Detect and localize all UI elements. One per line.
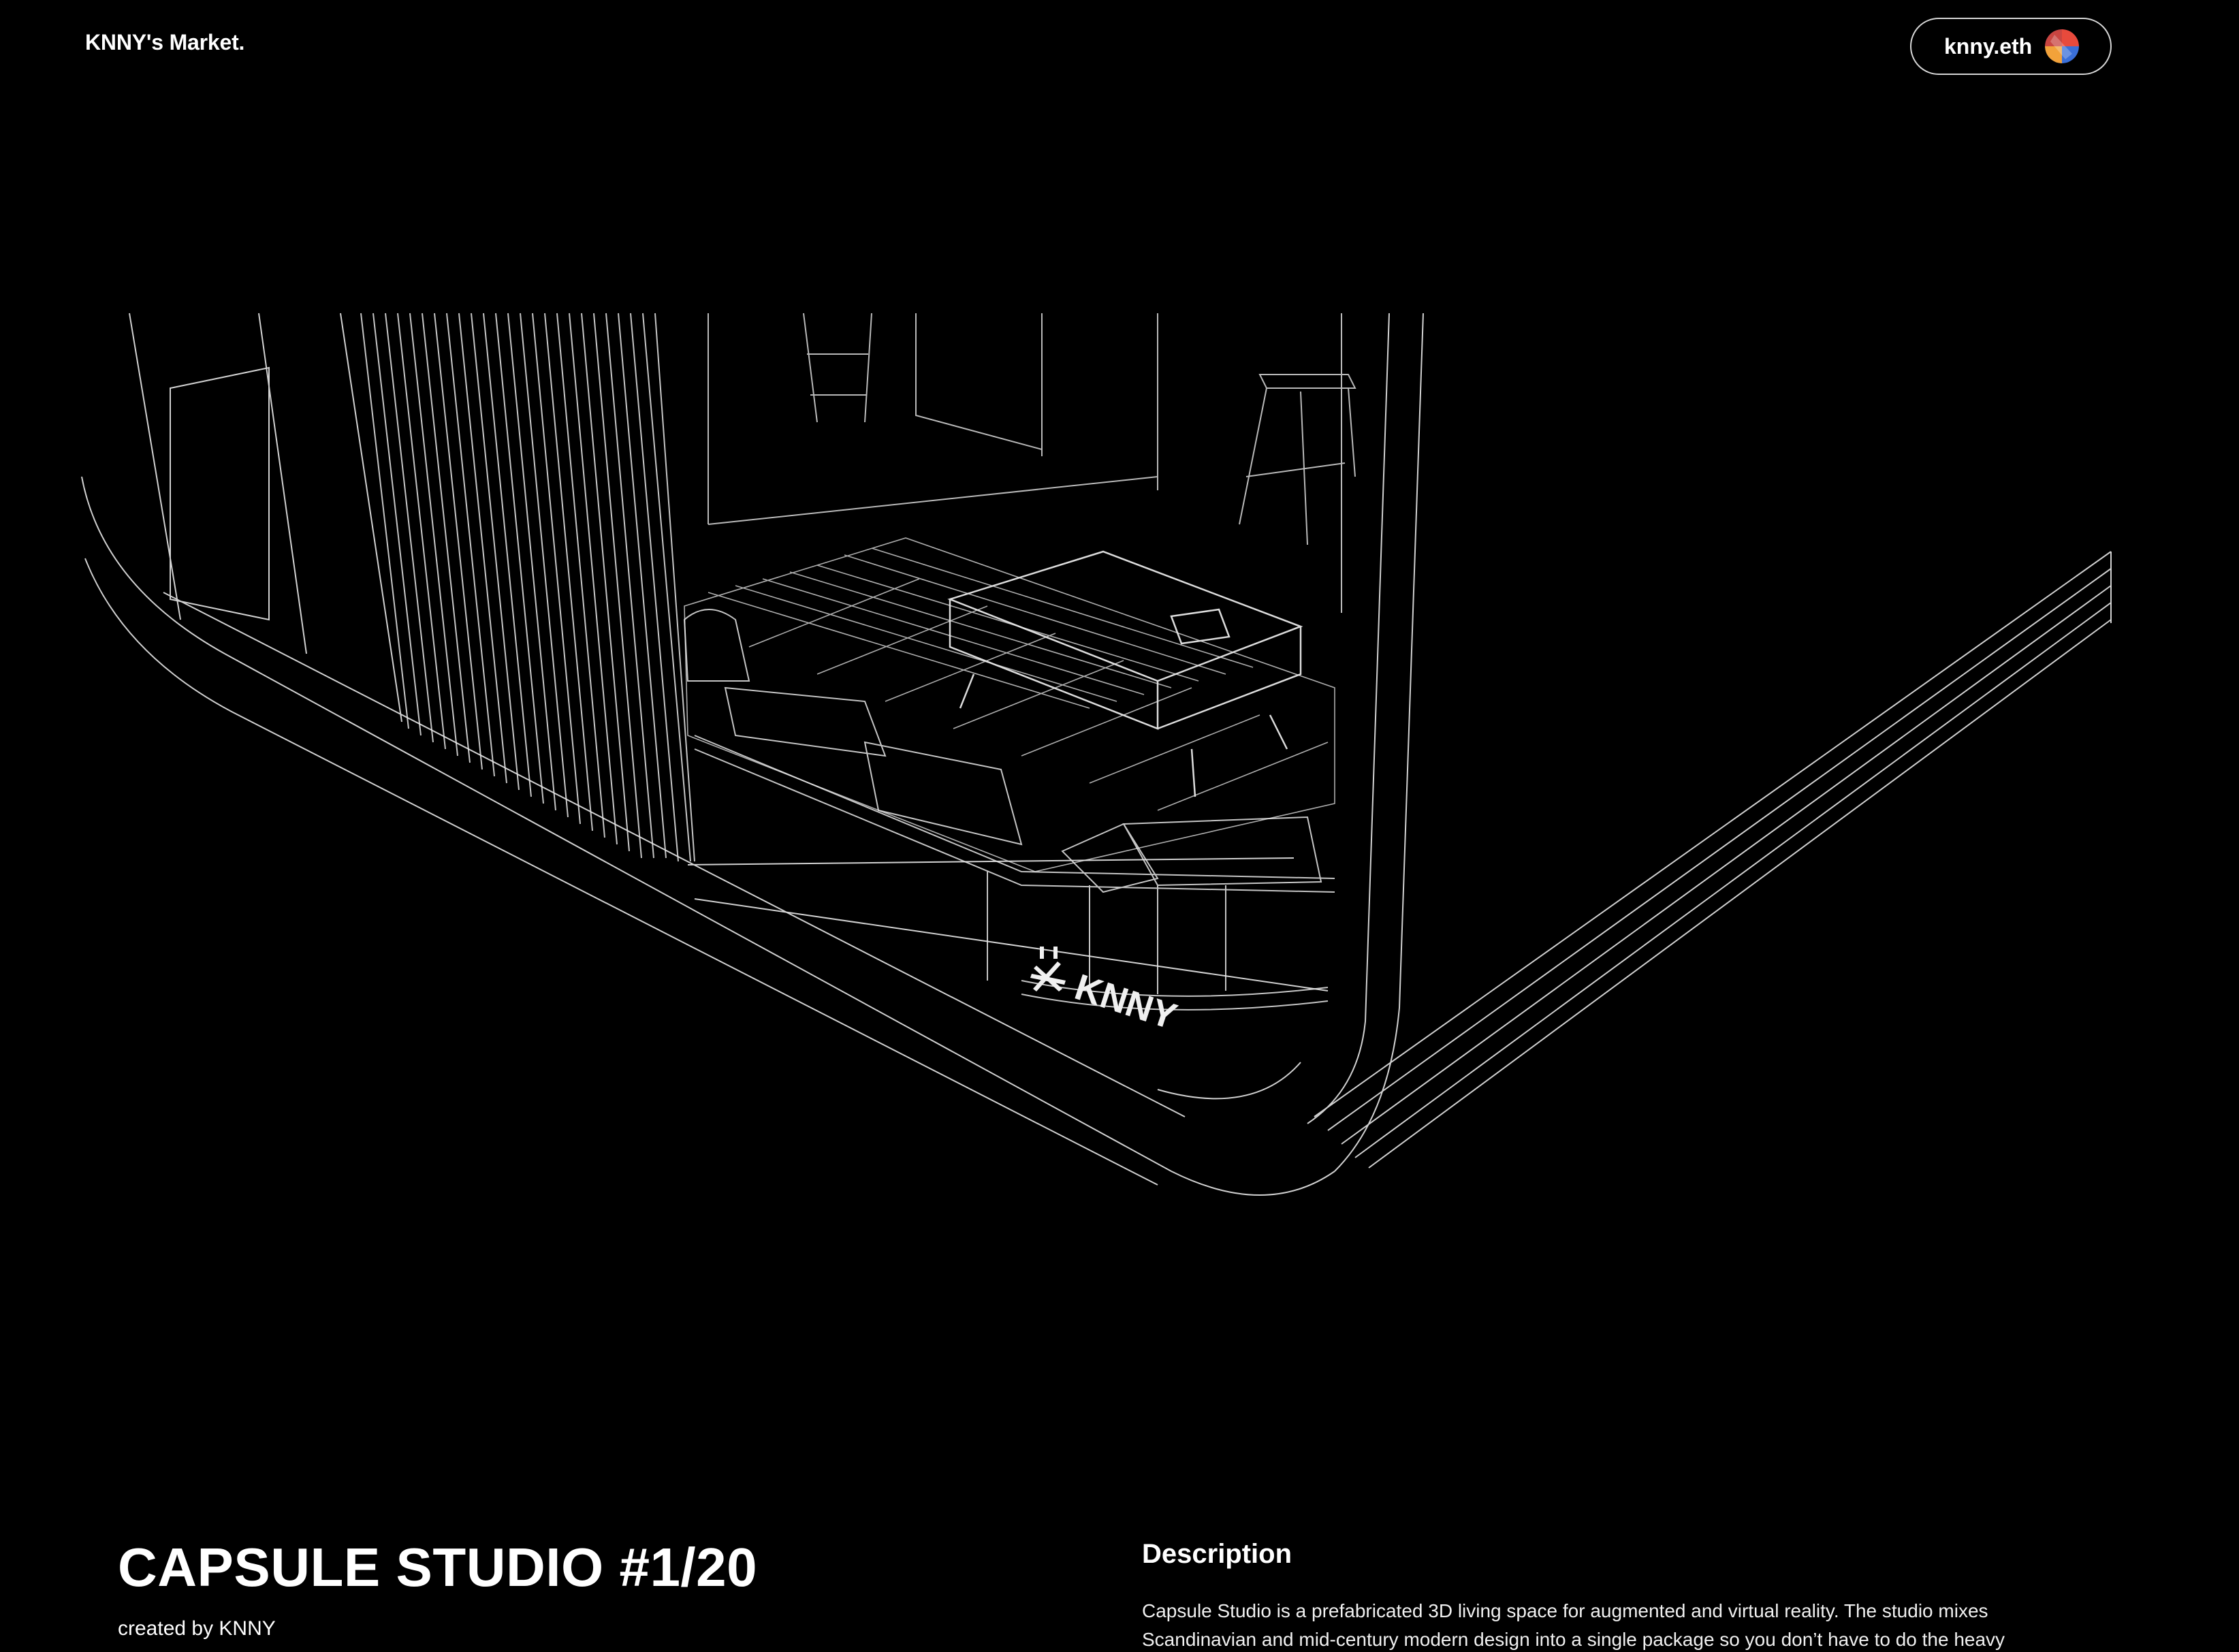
capsule-studio-artwork: KNNY (81, 313, 2112, 1196)
wallet-label: knny.eth (1944, 33, 2033, 59)
wallet-button[interactable]: knny.eth (1910, 18, 2112, 75)
brand-logo-link[interactable]: KNNY's Market. (85, 30, 244, 55)
page: KNNY's Market. knny.eth KNNY CAPSULE STU… (0, 0, 2239, 1652)
item-creator: created by KNNY (118, 1617, 276, 1640)
description-heading: Description (1142, 1539, 1292, 1569)
wallet-avatar-icon (2045, 29, 2079, 63)
artwork-logo-text: KNNY (1070, 966, 1181, 1037)
item-title: CAPSULE STUDIO #1/20 (118, 1537, 758, 1598)
description-text: Capsule Studio is a prefabricated 3D liv… (1142, 1600, 2005, 1650)
